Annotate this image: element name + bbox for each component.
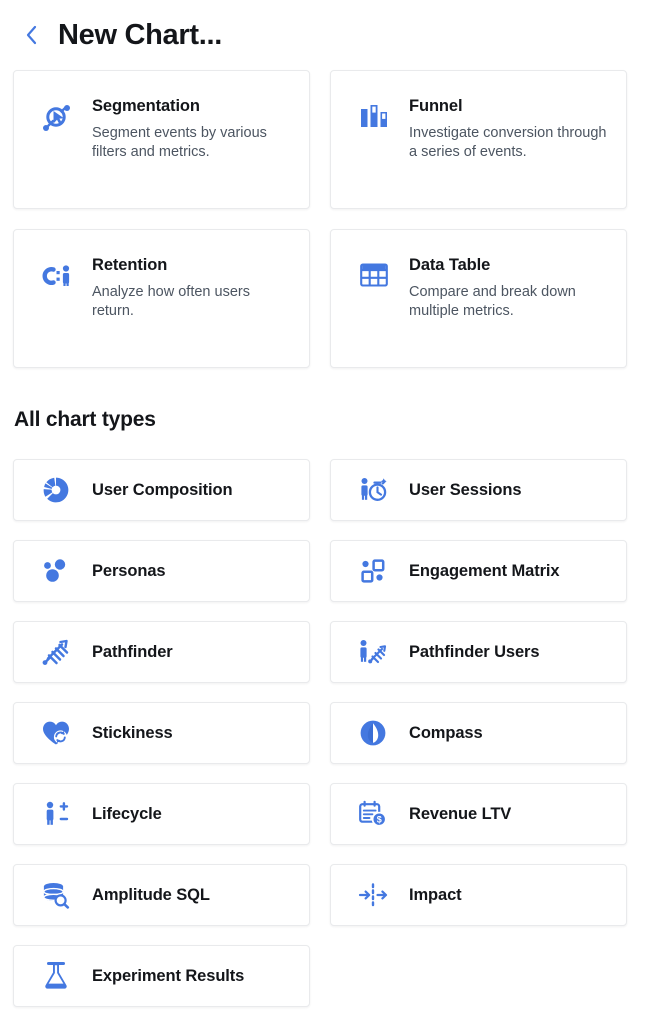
- experiment-results-icon: [36, 961, 76, 991]
- featured-card-data-table[interactable]: Data Table Compare and break down multip…: [330, 229, 627, 368]
- chart-type-amplitude-sql[interactable]: Amplitude SQL: [13, 864, 310, 926]
- featured-card-description: Investigate conversion through a series …: [409, 124, 607, 161]
- featured-card-title: Funnel: [409, 97, 463, 115]
- chart-type-user-composition[interactable]: User Composition: [13, 459, 310, 521]
- retention-icon: [36, 256, 78, 290]
- page-title: New Chart...: [58, 18, 222, 51]
- chart-type-impact[interactable]: Impact: [330, 864, 627, 926]
- segmentation-icon: [36, 97, 78, 135]
- personas-icon: [36, 558, 76, 584]
- stickiness-icon: [36, 719, 76, 747]
- back-button[interactable]: [20, 20, 42, 50]
- chart-type-label: Revenue LTV: [409, 804, 512, 823]
- chart-type-revenue-ltv[interactable]: $ Revenue LTV: [330, 783, 627, 845]
- chart-type-pathfinder[interactable]: Pathfinder: [13, 621, 310, 683]
- featured-card-description: Analyze how often users return.: [92, 283, 250, 320]
- featured-card-retention[interactable]: Retention Analyze how often users return…: [13, 229, 310, 368]
- chart-type-compass[interactable]: Compass: [330, 702, 627, 764]
- chart-type-label: Engagement Matrix: [409, 561, 560, 580]
- chart-type-label: User Sessions: [409, 480, 522, 499]
- chart-type-label: Stickiness: [92, 723, 173, 742]
- chart-type-label: Personas: [92, 561, 166, 580]
- featured-card-text: Data Table Compare and break down multip…: [409, 256, 610, 322]
- svg-text:$: $: [377, 814, 382, 824]
- chart-type-label: Amplitude SQL: [92, 885, 210, 904]
- user-sessions-icon: [353, 476, 393, 504]
- featured-chart-cards: Segmentation Segment events by various f…: [13, 70, 653, 368]
- chart-type-label: Compass: [409, 723, 483, 742]
- chart-type-lifecycle[interactable]: Lifecycle: [13, 783, 310, 845]
- chevron-left-icon: [24, 24, 38, 46]
- featured-card-funnel[interactable]: Funnel Investigate conversion through a …: [330, 70, 627, 209]
- pathfinder-users-icon: [353, 638, 393, 666]
- featured-card-text: Retention Analyze how often users return…: [92, 256, 293, 322]
- chart-type-engagement-matrix[interactable]: Engagement Matrix: [330, 540, 627, 602]
- chart-type-pathfinder-users[interactable]: Pathfinder Users: [330, 621, 627, 683]
- amplitude-sql-icon: [36, 881, 76, 909]
- chart-type-label: Pathfinder Users: [409, 642, 540, 661]
- page-header: New Chart...: [0, 0, 666, 56]
- featured-card-text: Segmentation Segment events by various f…: [92, 97, 293, 163]
- featured-card-segmentation[interactable]: Segmentation Segment events by various f…: [13, 70, 310, 209]
- featured-card-description: Segment events by various filters and me…: [92, 124, 267, 161]
- impact-icon: [353, 882, 393, 908]
- featured-card-title: Segmentation: [92, 97, 200, 115]
- featured-card-title: Retention: [92, 256, 168, 274]
- chart-type-stickiness[interactable]: Stickiness: [13, 702, 310, 764]
- new-chart-screen: New Chart... Segmentation Segment events…: [0, 0, 666, 1024]
- chart-type-label: Experiment Results: [92, 966, 245, 985]
- all-chart-types-heading: All chart types: [14, 408, 156, 431]
- chart-type-label: Lifecycle: [92, 804, 162, 823]
- chart-type-label: Impact: [409, 885, 462, 904]
- chart-type-label: User Composition: [92, 480, 233, 499]
- revenue-ltv-icon: $: [353, 800, 393, 828]
- lifecycle-icon: [36, 800, 76, 828]
- funnel-icon: [353, 97, 395, 131]
- featured-card-description: Compare and break down multiple metrics.: [409, 283, 576, 320]
- chart-type-label: Pathfinder: [92, 642, 173, 661]
- pathfinder-icon: [36, 637, 76, 667]
- chart-type-personas[interactable]: Personas: [13, 540, 310, 602]
- compass-icon: [353, 719, 393, 747]
- all-chart-types-list: User Composition User Sessions Personas …: [13, 459, 653, 1007]
- data-table-icon: [353, 256, 395, 290]
- chart-type-user-sessions[interactable]: User Sessions: [330, 459, 627, 521]
- featured-card-text: Funnel Investigate conversion through a …: [409, 97, 610, 163]
- chart-type-experiment-results[interactable]: Experiment Results: [13, 945, 310, 1007]
- engagement-matrix-icon: [353, 558, 393, 584]
- user-composition-icon: [36, 476, 76, 504]
- featured-card-title: Data Table: [409, 256, 491, 274]
